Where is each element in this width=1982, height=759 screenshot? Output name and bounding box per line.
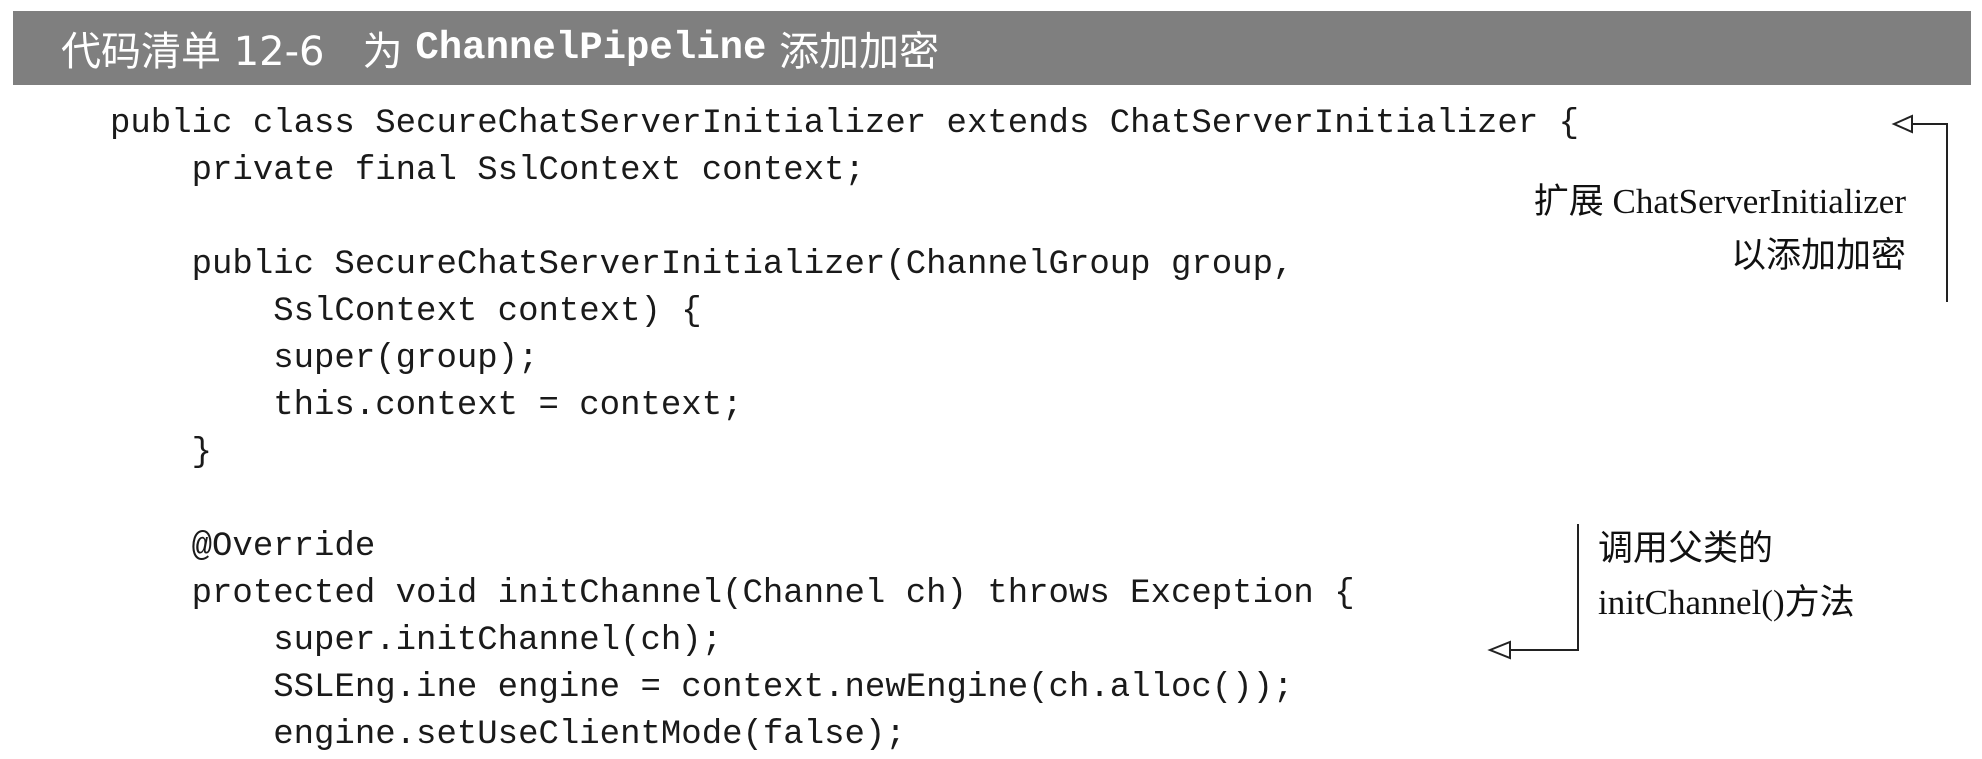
annotation-extend-arrow <box>1891 114 1948 302</box>
annotation-arrows <box>1487 114 1948 660</box>
annotation-super-arrow <box>1487 524 1579 660</box>
